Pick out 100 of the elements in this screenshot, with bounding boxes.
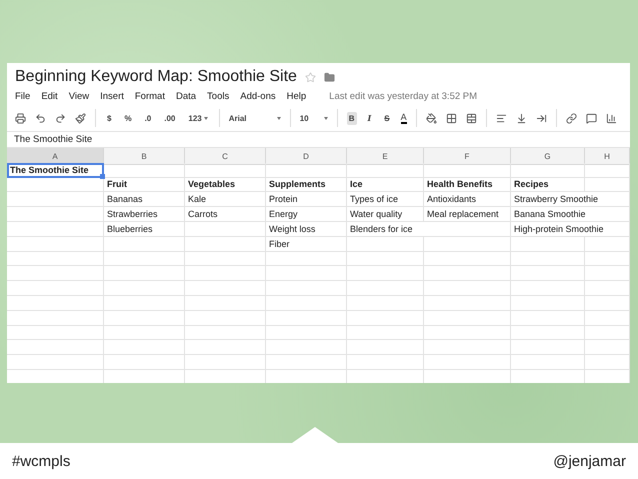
table-cell[interactable]: Meal replacement [424, 207, 511, 222]
column-header[interactable]: C [185, 148, 266, 165]
format-button[interactable]: .0 [142, 112, 154, 124]
table-cell[interactable]: Ice [347, 178, 424, 192]
menu-item[interactable]: Help [286, 90, 306, 102]
empty-cell[interactable] [511, 162, 585, 178]
empty-cell[interactable] [185, 222, 266, 237]
wrap-icon[interactable] [536, 112, 547, 124]
menu-item[interactable]: Add-ons [240, 90, 276, 102]
menu-item[interactable]: Insert [100, 90, 124, 102]
empty-cell[interactable] [511, 296, 585, 311]
empty-cell[interactable] [347, 252, 424, 266]
borders-icon[interactable] [446, 112, 457, 124]
table-cell[interactable]: Bananas [104, 192, 185, 208]
empty-cell[interactable] [511, 252, 585, 266]
empty-cell[interactable] [7, 252, 104, 266]
empty-cell[interactable] [104, 310, 185, 326]
column-header[interactable]: D [266, 148, 347, 165]
empty-cell[interactable] [511, 326, 585, 340]
menu-item[interactable]: Format [134, 90, 165, 102]
empty-cell[interactable] [266, 281, 347, 296]
font-dropdown[interactable]: Arial [228, 114, 281, 122]
undo-icon[interactable] [35, 112, 46, 124]
font-size-dropdown[interactable]: 10 [300, 114, 328, 122]
document-title[interactable]: Beginning Keyword Map: Smoothie Site [15, 68, 297, 86]
empty-cell[interactable] [424, 340, 511, 356]
empty-cell[interactable] [511, 281, 585, 296]
empty-cell[interactable] [266, 296, 347, 311]
menu-item[interactable]: Tools [207, 90, 230, 102]
text-style-button[interactable]: I [366, 111, 374, 125]
table-cell[interactable]: Water quality [347, 207, 424, 222]
paint-format-icon[interactable] [75, 112, 86, 124]
table-cell[interactable]: The Smoothie Site [7, 162, 104, 178]
empty-cell[interactable] [347, 236, 424, 252]
table-cell[interactable]: Banana Smoothie [511, 207, 630, 222]
empty-cell[interactable] [511, 236, 585, 252]
empty-cell[interactable] [511, 340, 585, 356]
empty-cell[interactable] [104, 252, 185, 266]
link-icon[interactable] [566, 112, 577, 124]
star-icon[interactable] [304, 72, 316, 82]
empty-cell[interactable] [7, 281, 104, 296]
empty-cell[interactable] [511, 266, 585, 282]
empty-cell[interactable] [347, 281, 424, 296]
empty-cell[interactable] [7, 207, 104, 222]
empty-cell[interactable] [266, 162, 347, 178]
table-cell[interactable]: Protein [266, 192, 347, 208]
empty-cell[interactable] [585, 355, 630, 370]
empty-cell[interactable] [104, 326, 185, 340]
folder-icon[interactable] [324, 72, 335, 82]
empty-cell[interactable] [7, 355, 104, 370]
empty-cell[interactable] [104, 162, 185, 178]
fill-color-icon[interactable] [426, 112, 437, 124]
column-header[interactable]: B [104, 148, 185, 165]
merge-icon[interactable] [466, 112, 477, 124]
table-cell[interactable]: Strawberries [104, 207, 185, 222]
empty-cell[interactable] [266, 326, 347, 340]
empty-cell[interactable] [185, 266, 266, 282]
empty-cell[interactable] [104, 355, 185, 370]
fill-handle[interactable] [100, 174, 105, 179]
empty-cell[interactable] [185, 236, 266, 252]
table-cell[interactable]: Strawberry Smoothie [511, 192, 630, 208]
empty-cell[interactable] [7, 178, 104, 192]
empty-cell[interactable] [585, 281, 630, 296]
empty-cell[interactable] [424, 162, 511, 178]
format-button[interactable]: % [122, 112, 134, 124]
empty-cell[interactable] [7, 326, 104, 340]
empty-cell[interactable] [585, 252, 630, 266]
empty-cell[interactable] [585, 236, 630, 252]
table-cell[interactable]: Blueberries [104, 222, 185, 237]
empty-cell[interactable] [585, 310, 630, 326]
text-style-button[interactable]: S [382, 112, 392, 124]
table-cell[interactable]: Kale [185, 192, 266, 208]
menu-item[interactable]: File [15, 90, 30, 102]
empty-cell[interactable] [266, 340, 347, 356]
empty-cell[interactable] [185, 355, 266, 370]
empty-cell[interactable] [266, 355, 347, 370]
format-button[interactable]: .00 [162, 112, 178, 124]
empty-cell[interactable] [511, 355, 585, 370]
empty-cell[interactable] [7, 222, 104, 237]
empty-cell[interactable] [424, 281, 511, 296]
empty-cell[interactable] [585, 266, 630, 282]
empty-cell[interactable] [266, 252, 347, 266]
align-icon[interactable] [496, 112, 507, 124]
empty-cell[interactable] [424, 355, 511, 370]
empty-cell[interactable] [185, 281, 266, 296]
empty-cell[interactable] [347, 340, 424, 356]
empty-cell[interactable] [185, 252, 266, 266]
table-cell[interactable]: Weight loss [266, 222, 347, 237]
chart-icon[interactable] [606, 112, 617, 124]
column-header[interactable]: F [424, 148, 511, 165]
empty-cell[interactable] [424, 310, 511, 326]
empty-cell[interactable] [347, 326, 424, 340]
table-cell[interactable]: Carrots [185, 207, 266, 222]
empty-cell[interactable] [7, 192, 104, 208]
vertical-align-icon[interactable] [516, 112, 527, 124]
empty-cell[interactable] [585, 326, 630, 340]
empty-cell[interactable] [424, 252, 511, 266]
empty-cell[interactable] [585, 162, 630, 178]
empty-cell[interactable] [7, 296, 104, 311]
empty-cell[interactable] [104, 296, 185, 311]
